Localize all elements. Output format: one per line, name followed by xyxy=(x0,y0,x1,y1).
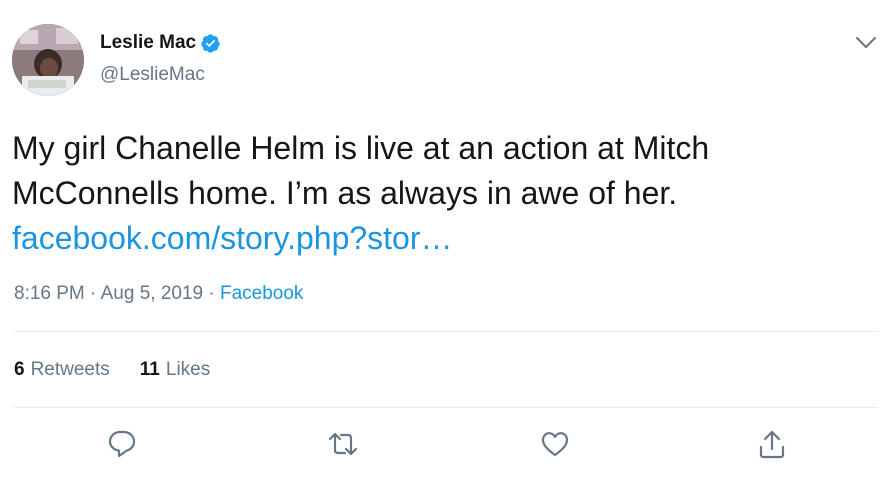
retweet-button[interactable] xyxy=(327,428,359,460)
meta-separator: · xyxy=(203,283,220,304)
author-name[interactable]: Leslie Mac xyxy=(100,32,196,54)
tweet-text-line: McConnells home. I’m as always in awe of… xyxy=(12,175,678,211)
reply-button[interactable] xyxy=(107,428,137,460)
author-handle[interactable]: @LeslieMac xyxy=(100,64,205,86)
tweet-time[interactable]: 8:16 PM xyxy=(14,283,85,304)
share-button[interactable] xyxy=(757,428,787,460)
tweet-source-link[interactable]: Facebook xyxy=(220,283,303,304)
tweet-stats: 6 Retweets 11 Likes xyxy=(14,359,210,381)
retweets-label: Retweets xyxy=(30,359,110,380)
author-name-row[interactable]: Leslie Mac xyxy=(100,32,221,54)
retweet-icon xyxy=(328,432,358,456)
share-icon xyxy=(759,430,785,459)
meta-separator: · xyxy=(84,283,101,304)
tweet-text: My girl Chanelle Helm is live at an acti… xyxy=(12,126,872,261)
chevron-down-icon[interactable] xyxy=(855,36,877,50)
divider xyxy=(14,331,878,332)
tweet-meta: 8:16 PM · Aug 5, 2019 · Facebook xyxy=(14,283,303,305)
like-icon xyxy=(541,432,569,457)
retweets-stat[interactable]: 6 Retweets xyxy=(14,359,110,381)
retweets-count: 6 xyxy=(14,359,25,380)
like-button[interactable] xyxy=(540,428,570,460)
verified-badge-icon xyxy=(201,33,220,53)
divider xyxy=(14,407,878,408)
reply-icon xyxy=(108,430,136,458)
tweet-actions xyxy=(0,428,891,462)
tweet-date[interactable]: Aug 5, 2019 xyxy=(101,283,203,304)
tweet-link[interactable]: facebook.com/story.php?stor… xyxy=(12,220,453,256)
likes-label: Likes xyxy=(165,359,211,380)
likes-stat[interactable]: 11 Likes xyxy=(140,359,210,381)
avatar[interactable] xyxy=(12,24,84,96)
likes-count: 11 xyxy=(139,359,160,380)
tweet-text-line: My girl Chanelle Helm is live at an acti… xyxy=(12,130,710,166)
